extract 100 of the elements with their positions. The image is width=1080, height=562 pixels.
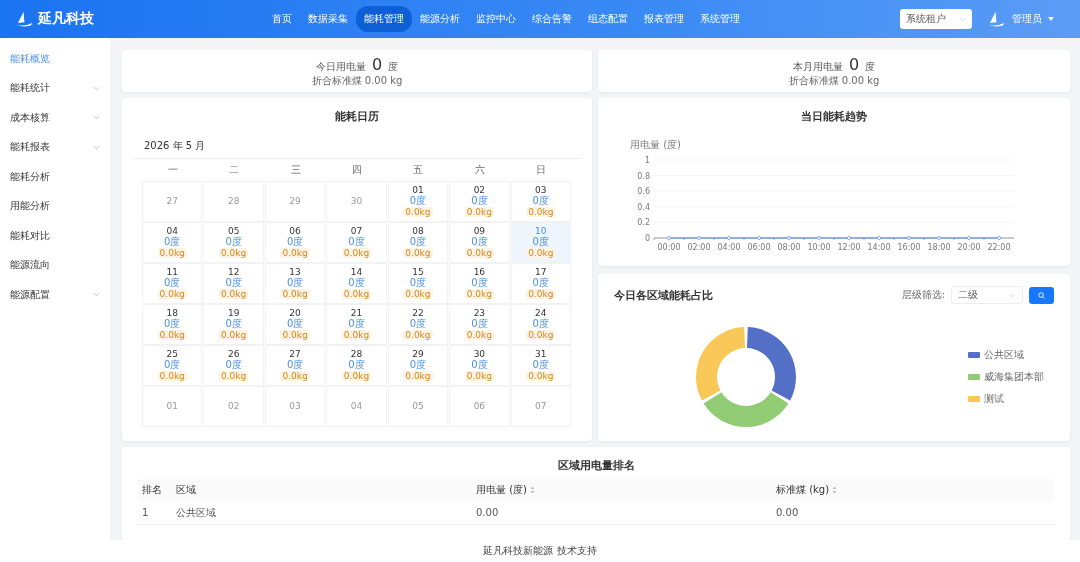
- data-point: [817, 236, 821, 240]
- axis-tick-label: 16:00: [897, 243, 921, 252]
- sidebar-item[interactable]: 能耗分析: [0, 162, 110, 192]
- table-cell: 1: [138, 501, 172, 525]
- data-point: [697, 236, 701, 240]
- nav-tab[interactable]: 能源分析: [412, 6, 468, 32]
- column-header[interactable]: 用电量 (度): [472, 479, 772, 501]
- axis-tick-label: 20:00: [957, 243, 981, 252]
- axis-tick-label: 0.8: [637, 171, 650, 181]
- card-title: 当日能耗趋势: [800, 109, 868, 125]
- legend-label: 威海集团本部: [984, 369, 1044, 384]
- column-header[interactable]: 标准煤 (kg): [772, 479, 1054, 501]
- calendar-day[interactable]: 24 0度 0.0kg: [510, 304, 571, 345]
- data-point: [907, 236, 911, 240]
- data-point: [847, 236, 851, 240]
- stat-value: 0: [371, 56, 383, 73]
- weekday-label: 五: [412, 163, 425, 177]
- filter-label: 层级筛选:: [901, 288, 945, 302]
- calendar-day[interactable]: 04 0度 0.0kg: [142, 222, 203, 263]
- axis-tick-label: 0.6: [637, 187, 650, 197]
- nav-tab[interactable]: 监控中心: [468, 6, 524, 32]
- card-title: 区域用电量排名: [556, 458, 636, 474]
- calendar-day[interactable]: 13 0度 0.0kg: [264, 263, 326, 304]
- nav-tab[interactable]: 能耗管理: [356, 6, 412, 32]
- axis-tick-label: 0: [644, 234, 650, 243]
- axis-tick-label: 18:00: [927, 243, 951, 252]
- calendar-day[interactable]: 22 0度 0.0kg: [387, 304, 449, 345]
- nav-tab[interactable]: 数据采集: [300, 6, 356, 32]
- axis-tick-label: 0.2: [637, 218, 650, 228]
- sidebar-item[interactable]: 用能分析: [0, 191, 110, 221]
- stat-unit: 度: [865, 59, 876, 74]
- sidebar-item[interactable]: 能耗统计: [0, 73, 110, 103]
- calendar-day[interactable]: 30 0度 0.0kg: [449, 345, 510, 386]
- calendar-day[interactable]: 08 0度 0.0kg: [387, 222, 449, 263]
- search-button[interactable]: [1029, 286, 1054, 304]
- calendar-day[interactable]: 01 0度 0.0kg: [387, 181, 449, 222]
- column-header[interactable]: 排名: [138, 479, 172, 501]
- stat-subtext: 折合标准煤 0.00 kg: [788, 74, 880, 86]
- calendar-day[interactable]: 17 0度 0.0kg: [510, 263, 571, 304]
- axis-tick-label: 12:00: [837, 243, 861, 252]
- weekday-label: 一: [166, 163, 179, 177]
- column-header[interactable]: 区域: [172, 479, 472, 501]
- month-label: 2026 年 5 月: [144, 140, 206, 151]
- table-cell: 公共区域: [172, 501, 472, 525]
- table-cell: 0.00: [772, 501, 1054, 525]
- sidebar-item[interactable]: 能耗报表: [0, 132, 110, 162]
- calendar-day[interactable]: 03 0度 0.0kg: [510, 181, 571, 222]
- nav-tab[interactable]: 综合告警: [524, 6, 580, 32]
- sort-icon[interactable]: [530, 486, 535, 494]
- calendar-day[interactable]: 15 0度 0.0kg: [387, 263, 449, 304]
- axis-tick-label: 1: [644, 156, 650, 165]
- calendar-day[interactable]: 11 0度 0.0kg: [142, 263, 203, 304]
- axis-tick-label: 02:00: [687, 243, 711, 252]
- calendar-day[interactable]: 31 0度 0.0kg: [510, 345, 571, 386]
- sidebar-item[interactable]: 能源配置: [0, 280, 110, 310]
- sidebar-item[interactable]: 成本核算: [0, 103, 110, 133]
- axis-tick-label: 0.4: [637, 202, 650, 212]
- calendar-day[interactable]: 12 0度 0.0kg: [203, 263, 264, 304]
- calendar-day[interactable]: 18 0度 0.0kg: [142, 304, 203, 345]
- axis-tick-label: 04:00: [717, 243, 741, 252]
- tenant-select[interactable]: 系统租户: [900, 9, 972, 29]
- caret-icon[interactable]: [1048, 17, 1054, 21]
- weekday-label: 六: [473, 163, 486, 177]
- stat-label: 今日用电量: [315, 59, 366, 74]
- search-icon: [1038, 291, 1045, 299]
- calendar-day[interactable]: 28 0度 0.0kg: [326, 345, 387, 386]
- calendar-day[interactable]: 23 0度 0.0kg: [449, 304, 510, 345]
- calendar-day[interactable]: 02 0度 0.0kg: [449, 181, 510, 222]
- chevron-down-icon: [93, 292, 100, 298]
- sidebar-item[interactable]: 能耗对比: [0, 221, 110, 251]
- calendar-day[interactable]: 21 0度 0.0kg: [326, 304, 387, 345]
- calendar-day[interactable]: 07 0度 0.0kg: [326, 222, 387, 263]
- calendar-day[interactable]: 06 0度 0.0kg: [264, 222, 326, 263]
- weekday-label: 四: [351, 163, 363, 177]
- axis-tick-label: 08:00: [777, 243, 801, 252]
- level-select[interactable]: 二级: [951, 286, 1023, 304]
- card-title: 今日各区域能耗占比: [614, 287, 713, 303]
- calendar-day[interactable]: 20 0度 0.0kg: [264, 304, 326, 345]
- data-point: [787, 236, 791, 240]
- sidebar-item[interactable]: 能源流向: [0, 250, 110, 280]
- nav-tab[interactable]: 首页: [264, 6, 300, 32]
- chevron-down-icon: [959, 16, 966, 22]
- data-point: [967, 236, 971, 240]
- calendar-day[interactable]: 05 0度 0.0kg: [203, 222, 264, 263]
- data-point: [727, 236, 731, 240]
- calendar-day[interactable]: 27 0度 0.0kg: [264, 345, 326, 386]
- chevron-down-icon: [93, 115, 100, 121]
- calendar-day[interactable]: 19 0度 0.0kg: [203, 304, 264, 345]
- stat-value: 0: [848, 56, 860, 73]
- data-point: [757, 236, 761, 240]
- calendar-day[interactable]: 29 0度 0.0kg: [387, 345, 449, 386]
- calendar-day[interactable]: 25 0度 0.0kg: [142, 345, 203, 386]
- sidebar-item[interactable]: 能耗概览: [0, 44, 110, 74]
- calendar-day[interactable]: 09 0度 0.0kg: [449, 222, 510, 263]
- nav-tab[interactable]: 组态配置: [580, 6, 636, 32]
- axis-title: 用电量 (度): [630, 139, 681, 150]
- calendar-day[interactable]: 26 0度 0.0kg: [203, 345, 264, 386]
- calendar-day[interactable]: 14 0度 0.0kg: [326, 263, 387, 304]
- sort-icon[interactable]: [832, 486, 838, 494]
- calendar-day[interactable]: 16 0度 0.0kg: [449, 263, 510, 304]
